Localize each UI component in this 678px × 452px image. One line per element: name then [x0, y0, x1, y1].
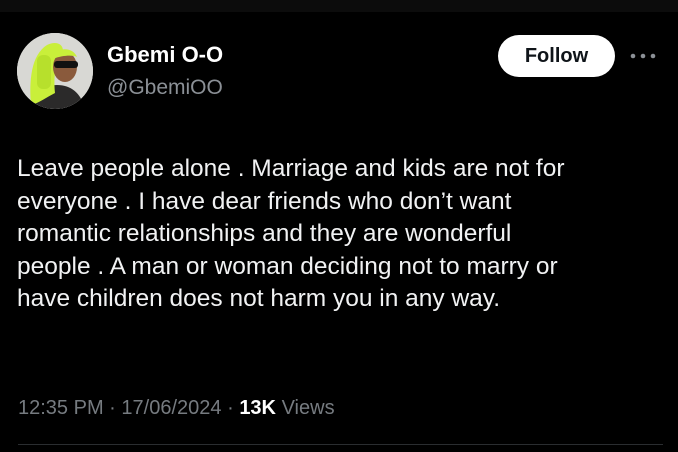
tweet-text: Leave people alone . Marriage and kids a…	[17, 153, 667, 316]
avatar-icon	[17, 33, 93, 109]
tweet-card: Gbemi O-O @GbemiOO Follow Leave people a…	[0, 0, 678, 452]
author-display-name[interactable]: Gbemi O-O	[107, 42, 223, 68]
tweet-text-line: Leave people alone . Marriage and kids a…	[17, 155, 565, 182]
tweet-date[interactable]: 17/06/2024	[121, 397, 221, 419]
tweet-text-line: everyone . I have dear friends who don’t…	[17, 187, 512, 215]
tweet-text-line: people . A man or woman deciding not to …	[17, 252, 558, 280]
more-options-icon[interactable]	[628, 44, 658, 68]
views-count: 13K	[239, 397, 277, 419]
meta-separator: ·	[227, 397, 234, 419]
divider	[18, 444, 663, 445]
tweet-text-line: romantic relationships and they are wond…	[17, 220, 512, 247]
tweet-time[interactable]: 12:35 PM	[18, 397, 104, 419]
tweet-text-line: have children does not harm you in any w…	[17, 285, 501, 312]
follow-button[interactable]: Follow	[498, 35, 615, 77]
views-label: Views	[281, 397, 335, 419]
meta-separator: ·	[109, 397, 116, 419]
author-handle[interactable]: @GbemiOO	[107, 76, 223, 100]
author-avatar[interactable]	[17, 33, 93, 109]
tweet-meta: 12:35 PM · 17/06/2024 · 13K Views	[18, 397, 335, 420]
